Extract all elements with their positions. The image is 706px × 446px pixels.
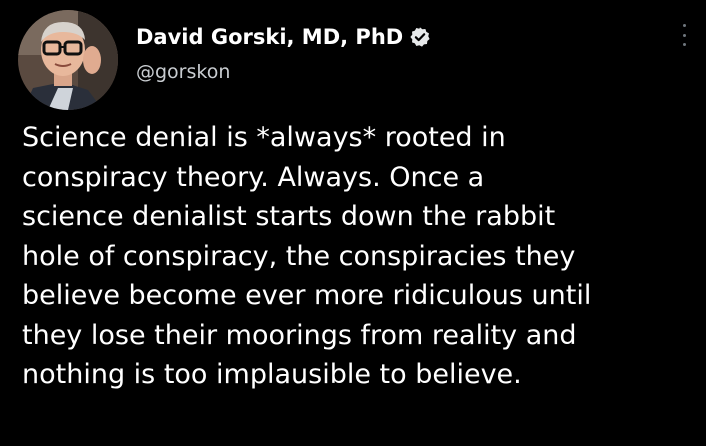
more-vertical-icon-dot (682, 43, 686, 46)
tweet-text-line: believe become ever more ridiculous unti… (22, 280, 592, 311)
author-display-name[interactable]: David Gorski, MD, PhD (136, 25, 403, 49)
more-vertical-icon-dot (682, 33, 686, 37)
tweet-text-line: science denialist starts down the rabbit (22, 201, 556, 232)
author-handle[interactable]: @gorskon (136, 61, 431, 83)
tweet-text: Science denial is *always* rooted in con… (22, 118, 692, 395)
author-info: David Gorski, MD, PhD @gorskon (136, 22, 431, 83)
more-options-button[interactable] (674, 22, 694, 48)
verified-badge-icon (409, 26, 431, 48)
tweet-text-line: they lose their moorings from reality an… (22, 319, 577, 351)
tweet-text-line: Science denial is *always* rooted in (22, 122, 506, 153)
avatar-photo (18, 10, 118, 110)
tweet-card: David Gorski, MD, PhD @gorskon Science d… (0, 0, 706, 446)
tweet-text-line: nothing is too implausible to believe. (22, 359, 522, 390)
author-avatar[interactable] (18, 10, 118, 110)
name-row: David Gorski, MD, PhD (136, 22, 431, 52)
more-vertical-icon (682, 24, 686, 27)
tweet-text-line: hole of conspiracy, the conspiracies the… (22, 240, 576, 272)
tweet-text-line: conspiracy theory. Always. Once a (22, 161, 485, 193)
